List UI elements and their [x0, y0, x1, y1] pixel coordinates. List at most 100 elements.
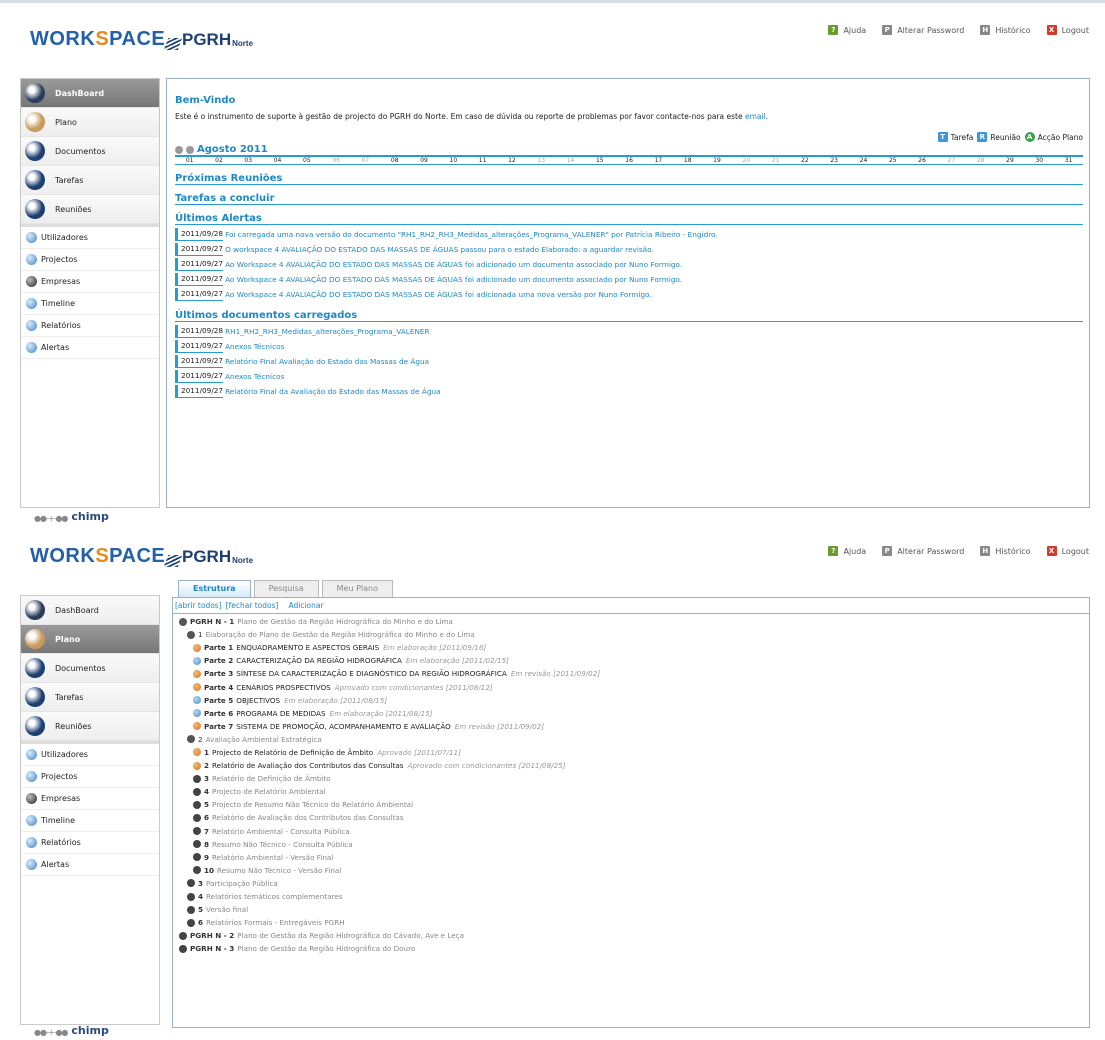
- calendar-day[interactable]: 08: [380, 157, 409, 164]
- toplink-history[interactable]: H Histórico: [980, 546, 1031, 556]
- calendar-day[interactable]: 17: [644, 157, 673, 164]
- calendar-day[interactable]: 27: [937, 157, 966, 164]
- email-link[interactable]: email: [745, 112, 766, 121]
- calendar-day[interactable]: 24: [849, 157, 878, 164]
- sidebar-item-plano[interactable]: Plano: [21, 108, 159, 137]
- tree-node[interactable]: Parte 5 OBJECTIVOS Em elaboração [2011/08/…: [175, 694, 1087, 707]
- expand-icon[interactable]: [179, 944, 187, 953]
- calendar-day[interactable]: 29: [995, 157, 1024, 164]
- sidebar-item-timeline[interactable]: Timeline: [21, 293, 159, 315]
- expand-icon[interactable]: [179, 931, 187, 940]
- tree-node[interactable]: 3 Relatório de Definição de Âmbito: [175, 772, 1087, 785]
- tree-node[interactable]: 6 Relatório de Avaliação dos Contributos …: [175, 811, 1087, 824]
- sidebar-item-projects[interactable]: Projectos: [21, 249, 159, 271]
- calendar-day[interactable]: 14: [556, 157, 585, 164]
- toplink-history[interactable]: H Histórico: [980, 25, 1031, 35]
- open-all-link[interactable]: [abrir todos]: [175, 601, 222, 612]
- collapse-icon[interactable]: [179, 617, 187, 626]
- tree-node[interactable]: PGRH N - 3 Plano de Gestão da Região Hidr…: [175, 942, 1087, 955]
- sidebar-item-tasks[interactable]: Tarefas: [21, 683, 159, 712]
- toplink-help[interactable]: ? Ajuda: [828, 25, 866, 35]
- workspace-logo[interactable]: WORKSPACE: [30, 545, 165, 568]
- tab-pesquisa[interactable]: Pesquisa: [253, 580, 319, 597]
- tree-node[interactable]: 3 Participação Pública: [175, 877, 1087, 890]
- calendar-day[interactable]: 26: [907, 157, 936, 164]
- document-item[interactable]: 2011/09/27 Relatório Final da Avaliação d…: [175, 384, 1083, 399]
- sidebar-item-reports[interactable]: Relatórios: [21, 315, 159, 337]
- calendar-day[interactable]: 20: [732, 157, 761, 164]
- tree-node[interactable]: 10 Resumo Não Técnico - Versão Final: [175, 864, 1087, 877]
- tree-node[interactable]: 4 Relatórios temáticos complementares: [175, 890, 1087, 903]
- item-text[interactable]: Ao Workspace 4 AVALIAÇÃO DO ESTADO DAS M…: [223, 290, 652, 299]
- status-icon[interactable]: [193, 683, 201, 692]
- tree-node[interactable]: Parte 6 PROGRAMA DE MEDIDAS Em elaboração …: [175, 707, 1087, 720]
- sidebar-item-alerts[interactable]: Alertas: [21, 337, 159, 359]
- sidebar-item-timeline[interactable]: Timeline: [21, 810, 159, 832]
- calendar-day[interactable]: 05: [292, 157, 321, 164]
- calendar-day[interactable]: 02: [204, 157, 233, 164]
- tree-node[interactable]: 6 Relatórios Formais - Entregáveis PGRH: [175, 916, 1087, 929]
- alert-item[interactable]: 2011/09/27 Ao Workspace 4 AVALIAÇÃO DO ES…: [175, 287, 1083, 302]
- document-item[interactable]: 2011/09/27 Anexos Técnicos: [175, 339, 1083, 354]
- item-text[interactable]: Relatório Final da Avaliação do Estado d…: [223, 387, 441, 396]
- section-latest-docs[interactable]: Últimos documentos carregados: [175, 310, 1083, 322]
- calendar-day[interactable]: 09: [409, 157, 438, 164]
- tree-node[interactable]: 2 Avaliação Ambiental Estratégica: [175, 733, 1087, 746]
- toplink-password[interactable]: P Alterar Password: [882, 546, 964, 556]
- item-text[interactable]: Anexos Técnicos: [223, 342, 284, 351]
- sidebar-item-plano[interactable]: Plano: [21, 625, 159, 654]
- expand-icon[interactable]: [193, 787, 201, 796]
- alert-item[interactable]: 2011/09/27 Ao Workspace 4 AVALIAÇÃO DO ES…: [175, 257, 1083, 272]
- calendar-day[interactable]: 10: [439, 157, 468, 164]
- tree-node[interactable]: PGRH N - 1 Plano de Gestão da Região Hidr…: [175, 615, 1087, 628]
- sidebar-item-companies[interactable]: Empresas: [21, 271, 159, 293]
- calendar-day[interactable]: 03: [234, 157, 263, 164]
- sidebar-item-dashboard[interactable]: DashBoard: [21, 596, 159, 625]
- tree-node[interactable]: 1 Elaboração do Plano de Gestão da Região…: [175, 628, 1087, 641]
- expand-icon[interactable]: [187, 879, 195, 888]
- sidebar-item-reports[interactable]: Relatórios: [21, 832, 159, 854]
- document-item[interactable]: 2011/09/27 Anexos Técnicos: [175, 369, 1083, 384]
- tree-node[interactable]: 8 Resumo Não Técnico - Consulta Pública: [175, 838, 1087, 851]
- sidebar-item-tasks[interactable]: Tarefas: [21, 166, 159, 195]
- calendar-day[interactable]: 19: [702, 157, 731, 164]
- pgrh-logo[interactable]: PGRH Norte: [163, 30, 253, 50]
- calendar-day[interactable]: 12: [497, 157, 526, 164]
- tab-meu-plano[interactable]: Meu Plano: [321, 580, 393, 597]
- tree-node[interactable]: 4 Projecto de Relatório Ambiental: [175, 785, 1087, 798]
- alert-item[interactable]: 2011/09/28 Foi carregada uma nova versão …: [175, 227, 1083, 242]
- calendar-day[interactable]: 28: [966, 157, 995, 164]
- toplink-logout[interactable]: X Logout: [1046, 25, 1089, 35]
- status-icon[interactable]: [193, 748, 201, 757]
- toplink-logout[interactable]: X Logout: [1046, 546, 1089, 556]
- next-month-icon[interactable]: [186, 145, 194, 154]
- calendar-day[interactable]: 01: [175, 157, 204, 164]
- item-text[interactable]: RH1_RH2_RH3_Medidas_alterações_Programa_…: [223, 327, 430, 336]
- calendar-day[interactable]: 11: [468, 157, 497, 164]
- sidebar-item-users[interactable]: Utilizadores: [21, 227, 159, 249]
- expand-icon[interactable]: [193, 800, 201, 809]
- expand-icon[interactable]: [193, 840, 201, 849]
- status-icon[interactable]: [193, 669, 201, 678]
- tree-node[interactable]: 9 Relatório Ambiental - Versão Final: [175, 851, 1087, 864]
- toplink-password[interactable]: P Alterar Password: [882, 25, 964, 35]
- status-icon[interactable]: [193, 709, 201, 718]
- tree-node[interactable]: 2 Relatório de Avaliação dos Contributos …: [175, 759, 1087, 772]
- add-link[interactable]: Adicionar: [288, 601, 323, 612]
- prev-month-icon[interactable]: [175, 145, 183, 154]
- close-all-link[interactable]: [fechar todos]: [226, 601, 279, 612]
- tab-estrutura[interactable]: Estrutura: [178, 580, 251, 597]
- tree-node[interactable]: 5 Projecto de Resumo Não Técnico do Relat…: [175, 798, 1087, 811]
- calendar-day[interactable]: 16: [614, 157, 643, 164]
- sidebar-item-documents[interactable]: Documentos: [21, 654, 159, 683]
- calendar-day[interactable]: 22: [790, 157, 819, 164]
- sidebar-item-documents[interactable]: Documentos: [21, 137, 159, 166]
- item-text[interactable]: Ao Workspace 4 AVALIAÇÃO DO ESTADO DAS M…: [223, 275, 682, 284]
- alert-item[interactable]: 2011/09/27 O workspace 4 AVALIAÇÃO DO EST…: [175, 242, 1083, 257]
- item-text[interactable]: Relatório Final Avaliação do Estado das …: [223, 357, 429, 366]
- workspace-logo[interactable]: WORKSPACE: [30, 28, 165, 51]
- sidebar-item-projects[interactable]: Projectos: [21, 766, 159, 788]
- expand-icon[interactable]: [193, 813, 201, 822]
- expand-icon[interactable]: [193, 827, 201, 836]
- sidebar-item-alerts[interactable]: Alertas: [21, 854, 159, 876]
